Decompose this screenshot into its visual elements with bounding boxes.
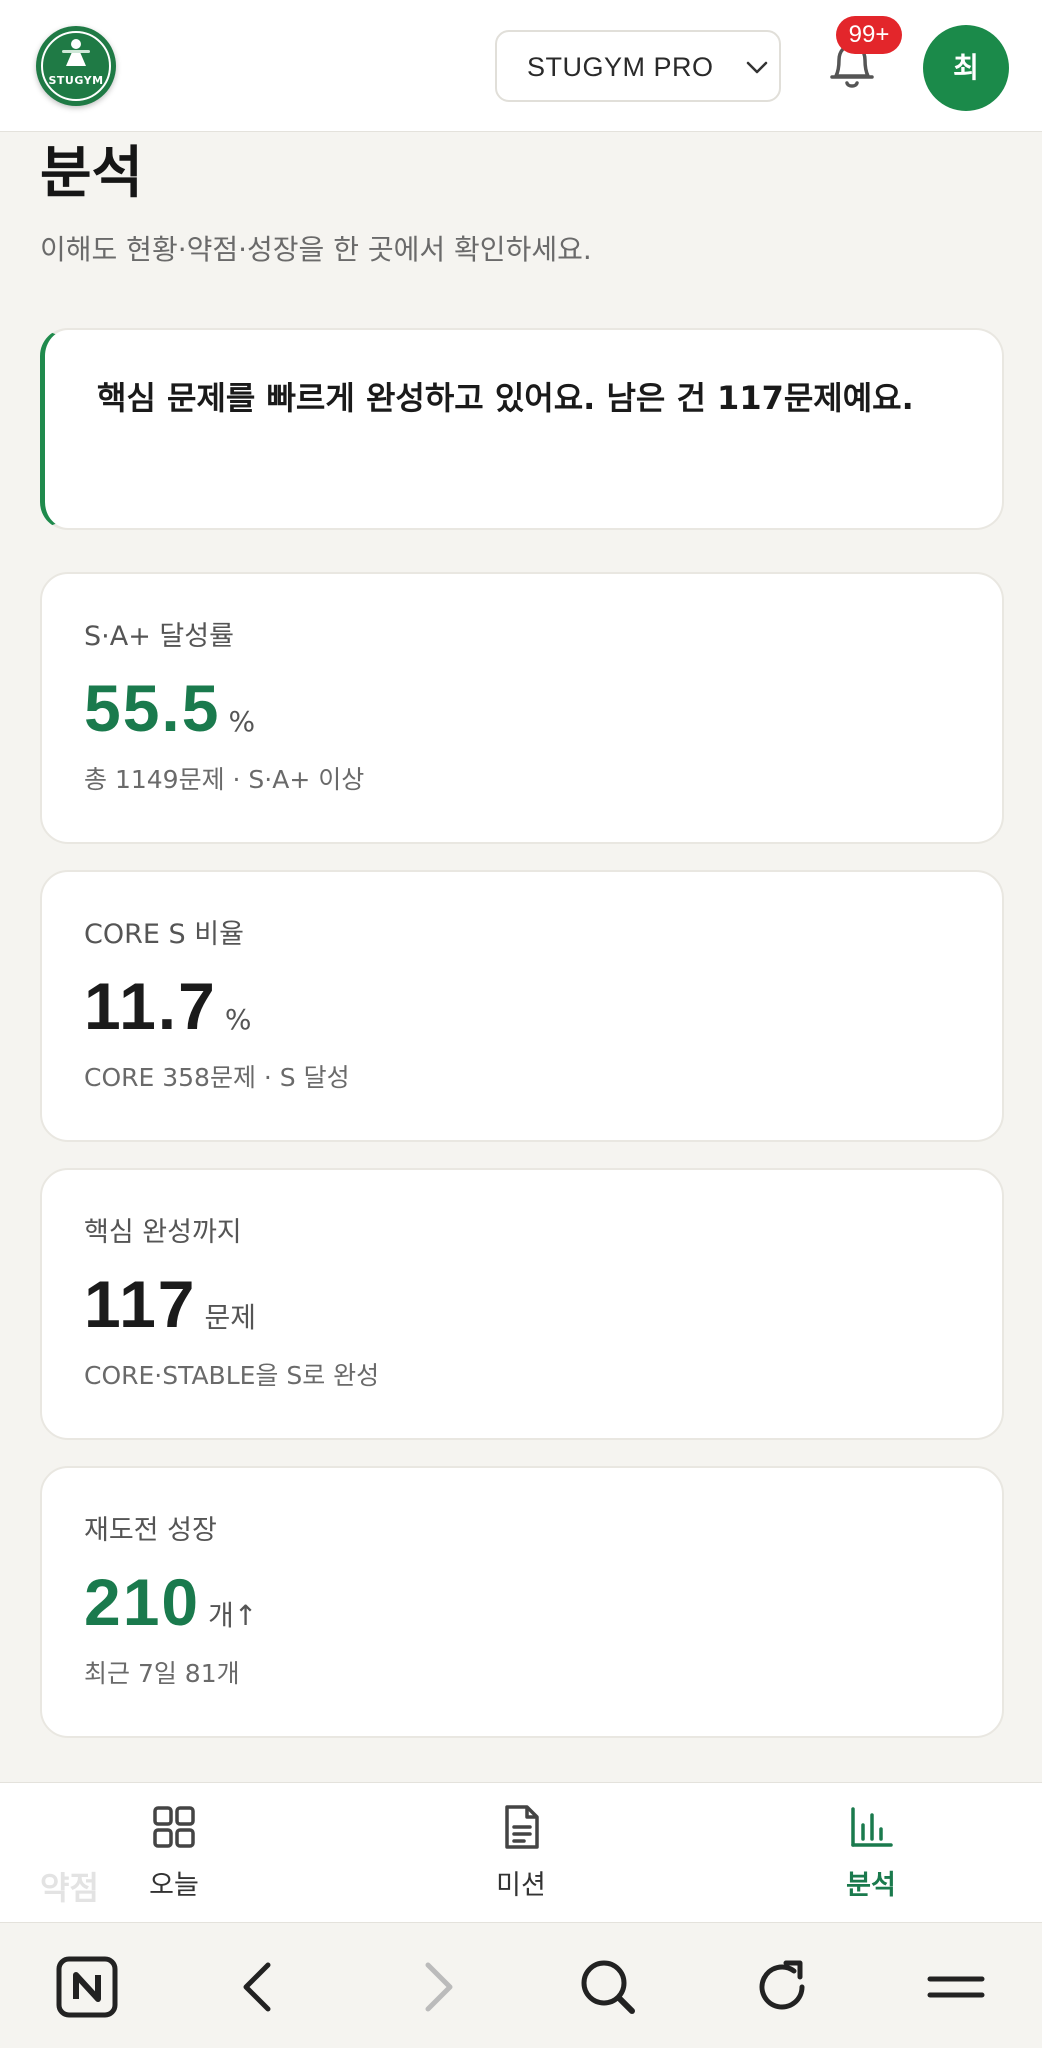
insight-banner-text: 핵심 문제를 빠르게 완성하고 있어요. 남은 건 117문제예요.	[97, 379, 914, 417]
back-icon[interactable]	[228, 1955, 292, 2019]
nav-item-mission[interactable]: 미션	[441, 1803, 601, 1913]
grid-icon	[153, 1806, 195, 1848]
avatar[interactable]: 최	[923, 25, 1009, 111]
stat-label: 핵심 완성까지	[84, 1217, 242, 1248]
stat-card-retry-growth: 재도전 성장 210 개↑ 최근 7일 81개	[40, 1466, 1004, 1738]
stat-value: 55.5	[84, 671, 221, 745]
search-icon[interactable]	[576, 1955, 640, 2019]
stat-value-row: 117 문제	[84, 1266, 256, 1346]
workspace-selector[interactable]: STUGYM PRO	[495, 30, 781, 102]
stat-value-row: 210 개↑	[84, 1564, 257, 1644]
chevron-down-icon	[746, 61, 768, 74]
stat-label: 재도전 성장	[84, 1515, 217, 1546]
nav-label: 오늘	[149, 1870, 199, 1901]
top-app-bar: STUGYM STUGYM PRO 99+ 최	[0, 0, 1042, 132]
logo-figure-icon	[62, 39, 90, 66]
stat-unit: 문제	[204, 1301, 257, 1334]
stat-subtext: 총 1149문제 · S·A+ 이상	[84, 765, 365, 794]
insight-banner: 핵심 문제를 빠르게 완성하고 있어요. 남은 건 117문제예요.	[40, 328, 1004, 530]
stat-unit: %	[228, 705, 256, 738]
page-title: 분석	[40, 141, 144, 206]
stat-subtext: CORE·STABLE을 S로 완성	[84, 1361, 380, 1390]
stat-subtext: CORE 358문제 · S 달성	[84, 1063, 350, 1092]
stugym-logo[interactable]: STUGYM	[36, 26, 116, 106]
stat-value: 210	[84, 1565, 201, 1639]
page-subtitle: 이해도 현황·약점·성장을 한 곳에서 확인하세요.	[40, 233, 592, 266]
naver-n-icon[interactable]	[55, 1955, 119, 2019]
document-icon	[505, 1805, 539, 1849]
stat-value-row: 11.7 %	[84, 968, 251, 1048]
bottom-navigation: 약점 오늘 미션 분석	[0, 1782, 1042, 1922]
stat-unit: 개↑	[208, 1599, 258, 1632]
reload-icon[interactable]	[750, 1955, 814, 2019]
stat-card-core-s-ratio: CORE S 비율 11.7 % CORE 358문제 · S 달성	[40, 870, 1004, 1142]
stat-subtext: 최근 7일 81개	[84, 1659, 240, 1688]
forward-icon[interactable]	[404, 1955, 468, 2019]
logo-text: STUGYM	[48, 74, 104, 87]
weakness-section-title-peek: 약점	[40, 1869, 99, 1907]
bar-chart-icon	[851, 1807, 893, 1847]
nav-item-analysis[interactable]: 분석	[791, 1803, 951, 1913]
stat-label: S·A+ 달성률	[84, 621, 234, 652]
nav-label: 분석	[846, 1870, 896, 1901]
stat-card-core-remaining: 핵심 완성까지 117 문제 CORE·STABLE을 S로 완성	[40, 1168, 1004, 1440]
notification-badge: 99+	[836, 16, 902, 54]
browser-toolbar	[0, 1922, 1042, 2048]
nav-item-today[interactable]: 오늘	[94, 1803, 254, 1913]
stat-value-row: 55.5 %	[84, 670, 255, 750]
stat-value: 117	[84, 1267, 197, 1341]
nav-label: 미션	[496, 1870, 546, 1901]
stat-card-sa-rate: S·A+ 달성률 55.5 % 총 1149문제 · S·A+ 이상	[40, 572, 1004, 844]
menu-icon[interactable]	[924, 1955, 988, 2019]
selector-label: STUGYM PRO	[527, 52, 714, 82]
stat-value: 11.7	[84, 969, 217, 1043]
stat-unit: %	[224, 1003, 252, 1036]
stat-label: CORE S 비율	[84, 919, 244, 950]
